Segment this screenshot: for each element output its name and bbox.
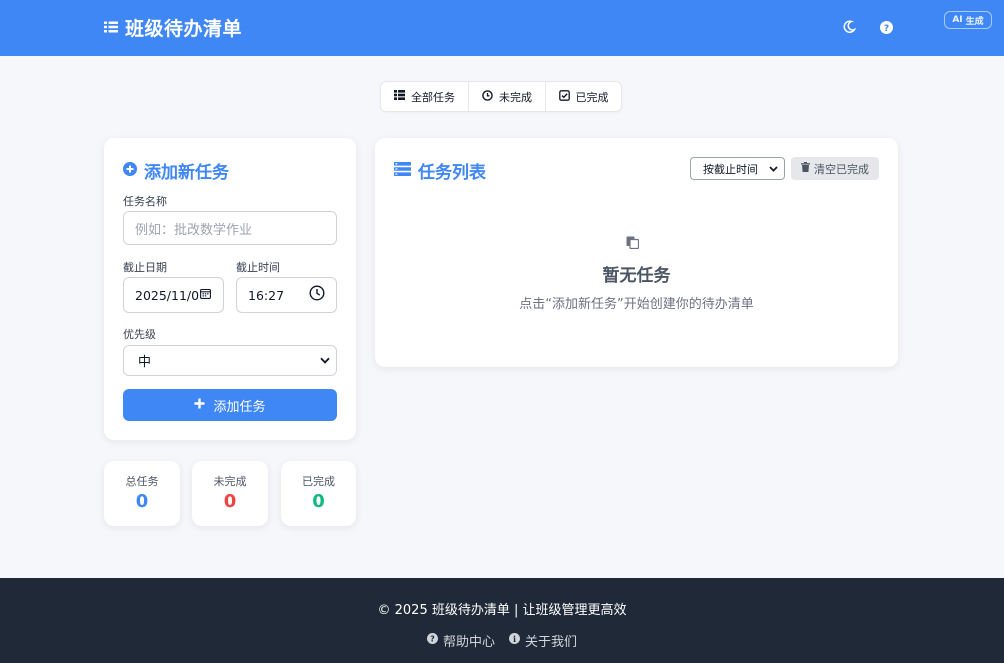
- tab-incomplete[interactable]: 未完成: [469, 82, 546, 111]
- stat-value: 0: [312, 491, 325, 512]
- plus-icon: [194, 398, 205, 413]
- empty-state-title: 暂无任务: [602, 266, 671, 286]
- app-header: 班级待办清单 ? AI 生成: [0, 0, 1004, 56]
- svg-text:?: ?: [430, 635, 435, 644]
- clear-completed-button[interactable]: 清空已完成: [791, 157, 879, 180]
- due-date-value: 2025/11/0: [135, 287, 200, 303]
- svg-text:?: ?: [883, 24, 888, 34]
- ai-badge-label: 生成: [965, 16, 984, 27]
- stat-value: 0: [135, 491, 149, 512]
- question-icon: ?: [879, 19, 893, 38]
- task-list-heading: 任务列表: [394, 158, 486, 183]
- add-task-heading: 添加新任务: [123, 158, 229, 183]
- footer-links: ? 帮助中心 i 关于我们: [0, 631, 1004, 650]
- add-task-button-label: 添加任务: [213, 399, 266, 415]
- trash-icon: [801, 162, 810, 175]
- help-button[interactable]: ?: [875, 17, 897, 39]
- footer-link-label: 关于我们: [525, 635, 578, 650]
- clear-completed-label: 清空已完成: [814, 162, 869, 176]
- chevron-down-icon: [769, 162, 778, 175]
- clipboard-icon: [626, 234, 640, 253]
- sort-select[interactable]: 按截止时间: [690, 157, 785, 180]
- priority-label: 优先级: [123, 328, 156, 341]
- theme-toggle-button[interactable]: [838, 17, 860, 39]
- stat-value: 0: [223, 491, 237, 512]
- tab-all[interactable]: 全部任务: [381, 82, 469, 111]
- tab-completed[interactable]: 已完成: [546, 82, 621, 111]
- add-task-button[interactable]: 添加任务: [123, 389, 337, 421]
- footer: © 2025 班级待办清单 | 让班级管理更高效 ? 帮助中心 i 关于我们: [0, 578, 1004, 663]
- add-task-card: 添加新任务 任务名称 例如：批改数学作业 截止日期 2025/11/0 截止时间…: [104, 138, 356, 440]
- app-title: 班级待办清单: [125, 18, 243, 40]
- stat-label: 总任务: [125, 475, 159, 488]
- filter-tabs: 全部任务 未完成 已完成: [380, 81, 622, 112]
- priority-select[interactable]: 中: [123, 345, 337, 376]
- task-list-card: 任务列表 按截止时间 清空已完成 暂无任务 点击“添加新任务”开始创建你的待办清…: [375, 138, 898, 367]
- brand: 班级待办清单: [104, 14, 242, 41]
- due-date-label: 截止日期: [123, 261, 167, 274]
- priority-value: 中: [138, 355, 152, 370]
- sort-value: 按截止时间: [703, 162, 758, 176]
- task-name-label: 任务名称: [123, 195, 167, 208]
- calendar-icon[interactable]: [200, 288, 211, 303]
- stat-incomplete: 未完成 0: [192, 461, 268, 526]
- footer-link-label: 帮助中心: [442, 635, 495, 650]
- footer-link-help[interactable]: ? 帮助中心: [426, 631, 495, 650]
- plus-circle-icon: [123, 161, 137, 181]
- tasks-icon: [394, 161, 411, 181]
- check-square-icon: [558, 89, 570, 104]
- due-date-input[interactable]: 2025/11/0: [123, 277, 224, 313]
- tab-label: 已完成: [575, 90, 609, 104]
- clock-icon: [482, 89, 493, 104]
- list-icon: [104, 18, 118, 37]
- ai-generated-badge: AI 生成: [944, 11, 992, 29]
- clock-icon[interactable]: [309, 285, 325, 305]
- list-icon: [394, 90, 405, 103]
- stat-label: 未完成: [213, 475, 247, 488]
- stat-completed: 已完成 0: [281, 461, 356, 526]
- task-name-input[interactable]: 例如：批改数学作业: [123, 211, 337, 245]
- moon-icon: [842, 19, 857, 38]
- empty-state-subtitle: 点击“添加新任务”开始创建你的待办清单: [519, 297, 754, 312]
- due-time-input[interactable]: 16:27: [236, 277, 337, 313]
- footer-copyright: © 2025 班级待办清单 | 让班级管理更高效: [377, 603, 627, 618]
- svg-text:i: i: [513, 634, 516, 644]
- stat-label: 已完成: [302, 475, 335, 488]
- task-list-title: 任务列表: [418, 163, 486, 183]
- due-time-value: 16:27: [248, 287, 285, 303]
- add-task-title: 添加新任务: [144, 163, 229, 183]
- due-time-label: 截止时间: [236, 261, 280, 274]
- info-circle-icon: i: [509, 633, 520, 648]
- tab-label: 未完成: [499, 90, 532, 104]
- footer-link-about[interactable]: i 关于我们: [509, 631, 577, 650]
- question-circle-icon: ?: [426, 633, 438, 648]
- stat-total: 总任务 0: [104, 461, 180, 526]
- tab-label: 全部任务: [411, 90, 455, 104]
- chevron-down-icon: [320, 353, 330, 368]
- ai-badge-prefix: AI: [952, 15, 963, 25]
